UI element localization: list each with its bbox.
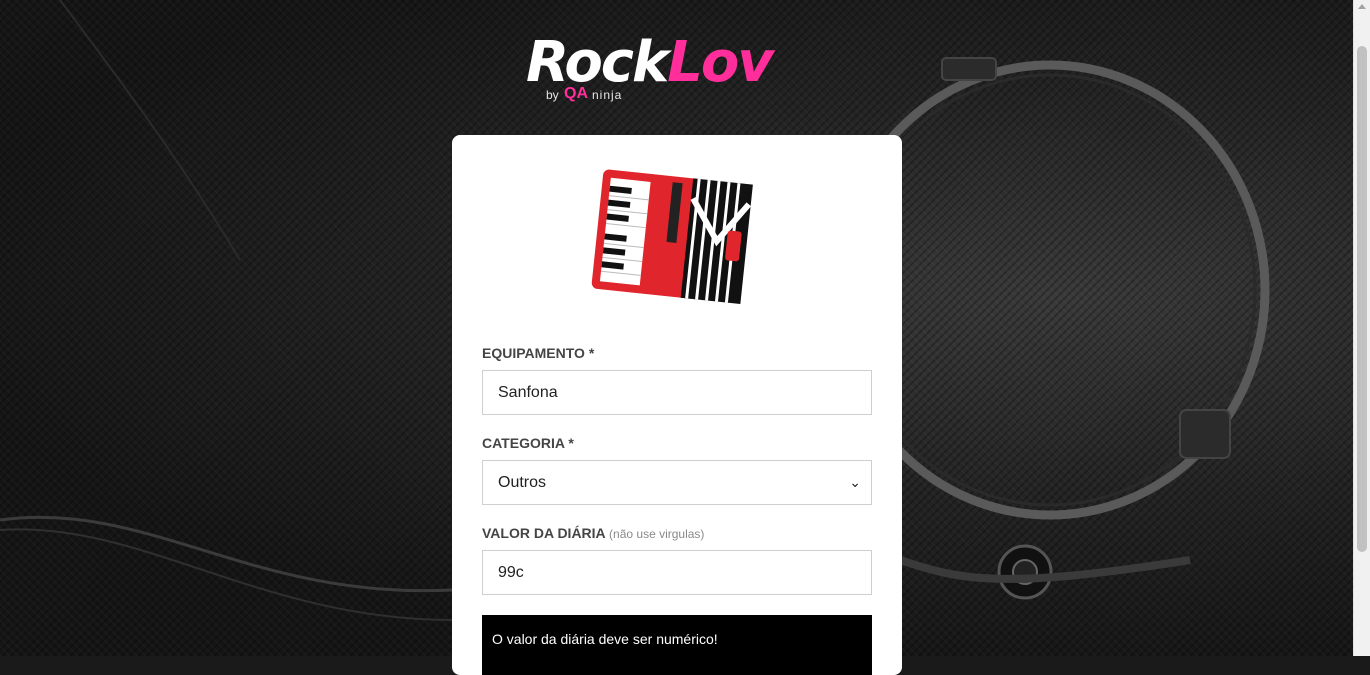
equipment-input[interactable]: Sanfona [482,370,872,415]
page-scrollbar[interactable] [1353,0,1370,656]
logo-lov: Lov [667,30,774,95]
chevron-down-icon[interactable]: ⌄ [849,461,861,504]
equipment-label: EQUIPAMENTO * [482,345,595,361]
scroll-thumb[interactable] [1357,46,1367,552]
logo-by: by [546,88,559,102]
logo-ninja: ninja [592,88,623,102]
validation-alert: O valor da diária deve ser numérico! [482,615,872,675]
scroll-up-icon[interactable] [1358,4,1366,9]
equipment-form-card: EQUIPAMENTO * Sanfona CATEGORIA * Outros… [452,135,902,675]
category-select[interactable]: Outros ⌄ [482,460,872,505]
logo-rock: Rock [526,30,669,95]
price-input[interactable]: 99c [482,550,872,595]
price-label-text: VALOR DA DIÁRIA [482,525,606,541]
qa-ninja-icon: QA [564,85,588,102]
price-label: VALOR DA DIÁRIA (não use virgulas) [482,525,704,541]
category-selected-value: Outros [498,474,547,491]
category-label: CATEGORIA * [482,435,574,451]
equipment-thumbnail[interactable] [577,157,777,317]
alert-message: O valor da diária deve ser numérico! [492,631,718,647]
price-hint: (não use virgulas) [609,527,705,541]
brand-logo: RockLov by QA ninja [526,32,836,108]
